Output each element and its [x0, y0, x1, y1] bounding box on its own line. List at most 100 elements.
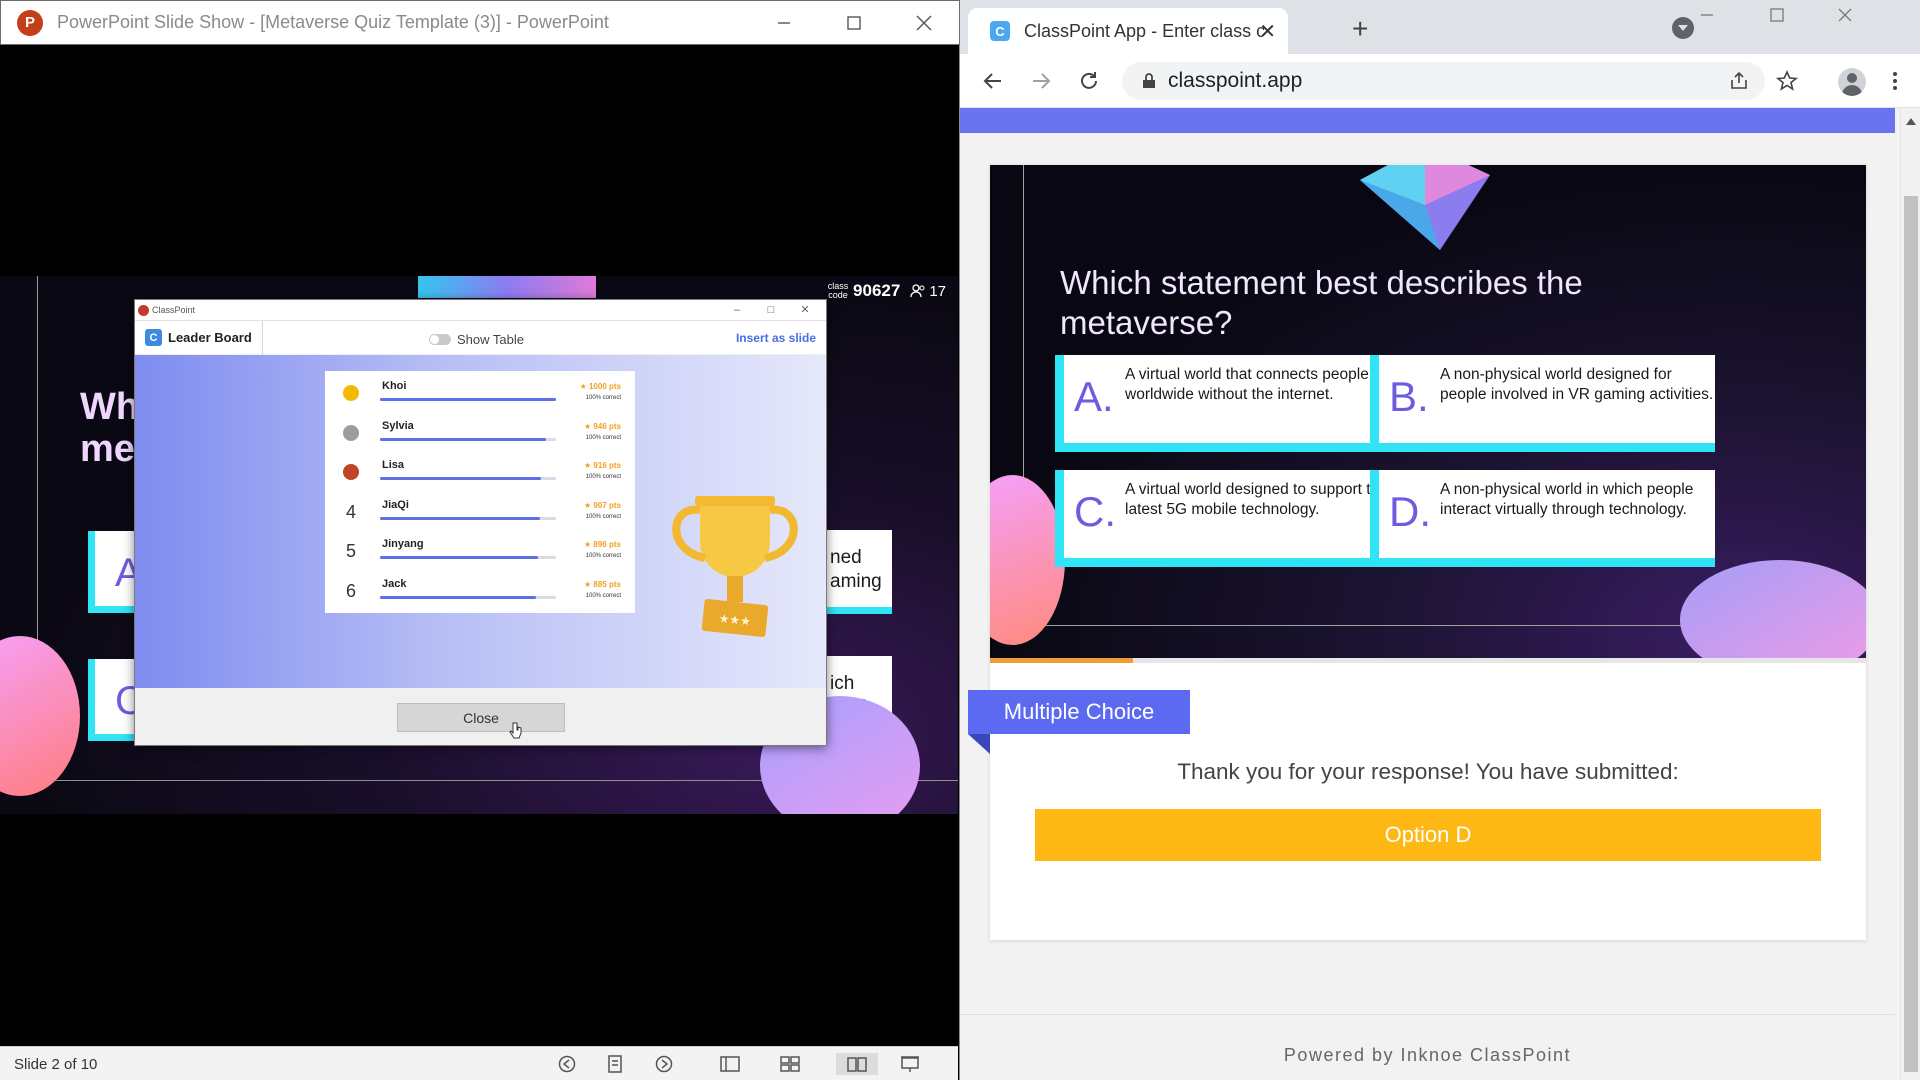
submission-message: Thank you for your response! You have su… [1177, 759, 1679, 784]
slide-sorter-button[interactable] [778, 1053, 802, 1075]
minimize-icon [1701, 14, 1713, 16]
silver-medal-icon [343, 424, 359, 441]
option-letter: D. [1389, 488, 1431, 535]
powered-by-text: Powered by Inknoe ClassPoint [1283, 1045, 1572, 1065]
quiz-question: Which statement best describes the metav… [1060, 264, 1583, 341]
ppt-window-title: PowerPoint Slide Show - [Metaverse Quiz … [57, 12, 609, 32]
normal-view-button[interactable] [718, 1053, 742, 1075]
ppt-maximize-button[interactable] [819, 1, 889, 45]
quiz-card: Which statement best describes the metav… [968, 165, 1866, 940]
notes-button[interactable] [603, 1053, 627, 1075]
crystal-decoration [418, 276, 596, 298]
page-footer: Powered by Inknoe ClassPoint [960, 1014, 1895, 1080]
more-vertical-icon [1893, 72, 1897, 90]
classpoint-favicon-icon: C [990, 21, 1010, 41]
tab-title: ClassPoint App - Enter class code [1024, 20, 1264, 41]
leaderboard-points: ★ 946 pts [584, 421, 621, 431]
forward-button[interactable] [1028, 68, 1054, 94]
chrome-window: C ClassPoint App - Enter class code ✕ + … [960, 0, 1920, 1080]
page-scrollbar[interactable] [1900, 108, 1920, 1080]
previous-icon [558, 1055, 576, 1073]
quiz-progress-fill [990, 658, 1133, 663]
option-letter: C. [1074, 488, 1116, 535]
maximize-icon [1770, 8, 1784, 22]
profile-avatar-icon[interactable] [1838, 68, 1866, 96]
chrome-minimize-button[interactable] [1674, 0, 1740, 30]
bookmark-button[interactable] [1774, 68, 1800, 94]
powerpoint-logo-icon: P [17, 9, 43, 36]
chrome-menu-button[interactable] [1882, 68, 1908, 94]
ppt-minimize-button[interactable] [749, 1, 819, 45]
show-table-label: Show Table [457, 332, 524, 347]
ppt-titlebar: P PowerPoint Slide Show - [Metaverse Qui… [0, 0, 960, 45]
reading-view-icon [847, 1057, 867, 1072]
address-bar[interactable]: classpoint.app [1122, 62, 1765, 100]
new-tab-button[interactable]: + [1352, 13, 1368, 45]
score-bar-fill [380, 556, 538, 559]
option-text: A non-physical world in which people int… [1440, 481, 1694, 518]
tab-close-icon[interactable]: ✕ [1259, 19, 1276, 44]
score-bar-fill [380, 516, 540, 520]
insert-as-slide-button[interactable]: Insert as slide [736, 331, 816, 345]
leaderboard-body: Khoi ★ 1000 pts 100% correct Sylvia ★ 946 pt… [135, 355, 826, 688]
slideshow-icon [901, 1056, 919, 1072]
leaderboard-name: Sylvia [382, 419, 414, 432]
trophy-icon: ★★★ [672, 496, 798, 637]
leaderboard-rank: 4 [345, 501, 356, 522]
scroll-up-arrow-icon[interactable] [1906, 118, 1916, 125]
leaderboard-points: ★ 907 pts [584, 500, 621, 510]
reload-button[interactable] [1076, 68, 1102, 94]
option-text: A virtual world that connects people wor… [1125, 366, 1369, 403]
show-table-toggle[interactable]: Show Table [429, 332, 524, 347]
leaderboard-name: Jack [382, 577, 407, 590]
notes-icon [608, 1055, 622, 1073]
stage-question-fragment: Wh me [80, 386, 140, 470]
leaderboard-close-button[interactable]: Close [397, 703, 565, 732]
gradient-blob [990, 475, 1065, 645]
next-slide-button[interactable] [652, 1053, 676, 1075]
chrome-tabstrip: C ClassPoint App - Enter class code ✕ + [960, 0, 1920, 54]
bronze-medal-icon [343, 464, 359, 480]
scrollbar-thumb[interactable] [1904, 196, 1918, 1072]
share-icon [1731, 71, 1747, 89]
reading-view-button[interactable] [836, 1053, 878, 1075]
ppt-close-button[interactable] [889, 1, 959, 45]
leaderboard-points: ★ 1000 pts [579, 382, 621, 391]
gradient-blob [0, 636, 80, 796]
web-page: Which statement best describes the metav… [960, 108, 1900, 1080]
score-bar-track [380, 398, 556, 401]
previous-slide-button[interactable] [555, 1053, 579, 1075]
back-button[interactable] [980, 68, 1006, 94]
powerpoint-window: P PowerPoint Slide Show - [Metaverse Qui… [0, 0, 960, 1080]
slideshow-view-button[interactable] [898, 1053, 922, 1075]
quiz-progress-bar [990, 658, 1866, 663]
leaderboard-name: Lisa [382, 459, 405, 471]
leaderboard-name: JiaQi [382, 498, 409, 511]
question-type-label: Multiple Choice [968, 690, 1190, 734]
leaderboard-rank: 6 [345, 580, 356, 601]
option-letter: A. [1074, 373, 1114, 420]
next-icon [655, 1055, 673, 1073]
option-a: A. A virtual world that connects people … [1055, 355, 1400, 452]
participant-count: 17 [929, 282, 946, 300]
page-accent-bar [960, 108, 1895, 133]
toggle-switch-icon [429, 334, 451, 345]
ppt-status-bar: Slide 2 of 10 [0, 1046, 958, 1080]
chrome-close-button[interactable] [1812, 0, 1878, 30]
close-icon [916, 15, 932, 31]
leaderboard-maximize-button[interactable]: □ [754, 300, 788, 320]
score-bar-track [380, 477, 556, 480]
leaderboard-row: Sylvia ★ 946 pts 100% correct [325, 410, 635, 455]
leaderboard-row: 5 Jinyang ★ 896 pts 100% correct [325, 529, 635, 573]
browser-tab[interactable]: C ClassPoint App - Enter class code ✕ [968, 8, 1288, 54]
leaderboard-minimize-button[interactable]: – [720, 300, 754, 320]
leaderboard-brand: C Leader Board [135, 320, 263, 355]
share-button[interactable] [1726, 68, 1752, 94]
leaderboard-points: ★ 885 pts [584, 579, 621, 589]
leaderboard-close-x-button[interactable]: ✕ [788, 300, 822, 320]
score-bar-fill [380, 437, 547, 441]
leaderboard-row: Lisa ★ 916 pts 100% correct [325, 450, 635, 494]
chrome-maximize-button[interactable] [1744, 0, 1810, 30]
normal-view-icon [720, 1056, 740, 1072]
minimize-icon [778, 22, 790, 24]
